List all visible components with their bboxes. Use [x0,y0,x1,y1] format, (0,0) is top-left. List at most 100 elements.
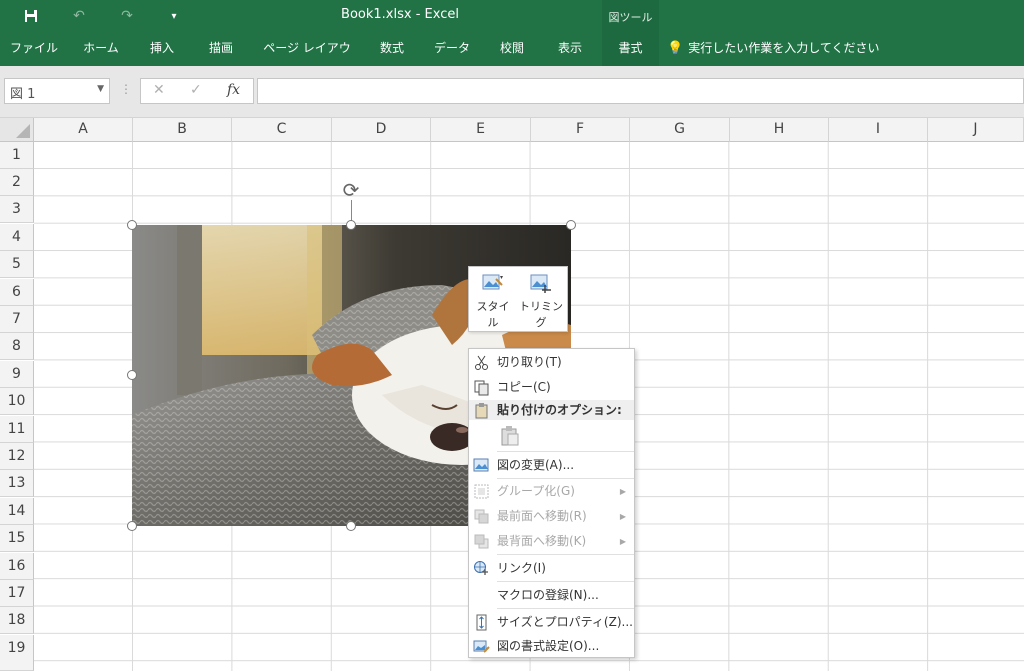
formula-input[interactable] [257,78,1024,104]
column-header[interactable]: J [928,118,1024,142]
tab-data[interactable]: データ [428,32,476,66]
resize-handle[interactable] [127,370,137,380]
row-header[interactable]: 12 [0,443,34,470]
menu-item-link[interactable]: リンク(I) [469,556,634,581]
customize-icon[interactable]: ▾ [162,4,186,28]
resize-handle[interactable] [346,521,356,531]
lightbulb-icon: 💡 [667,41,684,56]
column-header[interactable]: I [829,118,928,142]
row-header[interactable]: 8 [0,333,34,360]
rotate-handle-icon[interactable]: ⟳ [339,178,363,202]
style-label-2: ル [487,316,499,329]
menu-item-label: グループ化(G) [497,484,575,498]
row-header[interactable]: 9 [0,361,34,388]
cancel-icon[interactable]: ✕ [153,82,165,98]
row-header[interactable]: 2 [0,169,34,196]
submenu-arrow-icon: ▶ [619,537,626,546]
column-header[interactable]: F [531,118,630,142]
svg-text:▾: ▾ [500,274,503,281]
ribbon-tabs: ファイル ホーム 挿入 描画 ページ レイアウト 数式 データ 校閲 表示 書式… [0,32,1024,88]
row-header[interactable]: 17 [0,580,34,607]
save-icon[interactable] [19,4,43,28]
menu-item-cut[interactable]: 切り取り(T) [469,350,634,375]
menu-item-format-picture[interactable]: 図の書式設定(O)... [469,634,634,659]
window-title: Book1.xlsx - Excel [341,7,459,22]
formula-bar-area: 図 1 ▼ ⋮ ✕ ✓ fx [0,66,1024,118]
context-menu: 切り取り(T) コピー(C) 貼り付けのオプション: 図の変更(A)... グル… [468,348,635,658]
menu-item-bring-to-front[interactable]: 最前面へ移動(R) ▶ [469,504,634,529]
submenu-arrow-icon: ▶ [619,487,626,496]
column-header[interactable]: B [133,118,232,142]
row-header[interactable]: 19 [0,635,34,671]
size-properties-icon [476,614,487,631]
column-header[interactable]: E [431,118,531,142]
name-box[interactable]: 図 1 ▼ [4,78,110,104]
column-header[interactable]: A [34,118,133,142]
menu-item-group[interactable]: グループ化(G) ▶ [469,479,634,504]
tab-draw[interactable]: 描画 [198,32,244,66]
tab-format[interactable]: 書式 [602,32,659,66]
row-header[interactable]: 3 [0,196,34,223]
menu-item-assign-macro[interactable]: マクロの登録(N)... [469,583,634,608]
undo-icon[interactable]: ↶ [67,4,91,28]
paste-icon [475,403,488,419]
column-header[interactable]: D [332,118,431,142]
tab-file[interactable]: ファイル [6,32,62,66]
title-bar: ↶ ↷ ▾ Book1.xlsx - Excel 図ツール [0,0,1024,32]
crop-button[interactable]: トリミング [515,273,567,330]
enter-icon[interactable]: ✓ [190,82,202,98]
menu-item-label: マクロの登録(N)... [497,588,599,602]
select-all-button[interactable] [0,118,34,142]
grip-icon[interactable]: ⋮ [120,82,132,96]
menu-item-send-to-back[interactable]: 最背面へ移動(K) ▶ [469,529,634,554]
chevron-down-icon[interactable]: ▼ [97,84,104,94]
style-button[interactable]: ▾ スタイ ル [475,273,511,330]
context-label: 図ツール [608,11,653,24]
row-header[interactable]: 5 [0,251,34,278]
row-header[interactable]: 4 [0,224,34,251]
row-header[interactable]: 15 [0,525,34,552]
tell-me-text: 実行したい作業を入力してください [688,41,880,55]
insert-function-icon[interactable]: fx [227,82,240,98]
menu-section-label: 貼り付けのオプション: [497,403,622,417]
row-header[interactable]: 11 [0,416,34,443]
row-header[interactable]: 1 [0,142,34,169]
group-icon [474,484,489,499]
row-header[interactable]: 10 [0,388,34,415]
row-header[interactable]: 16 [0,553,34,580]
row-header[interactable]: 14 [0,498,34,525]
paste-picture-icon [501,426,519,446]
tell-me-box[interactable]: 💡 実行したい作業を入力してください [667,32,879,66]
row-header[interactable]: 18 [0,607,34,634]
copy-icon [474,380,489,396]
menu-item-label: 図の変更(A)... [497,458,575,472]
paste-option-button[interactable] [469,422,634,450]
resize-handle[interactable] [127,521,137,531]
picture-style-icon: ▾ [482,274,503,290]
tab-formulas[interactable]: 数式 [370,32,414,66]
column-header[interactable]: G [630,118,730,142]
menu-item-label: コピー(C) [497,380,551,394]
menu-item-change-picture[interactable]: 図の変更(A)... [469,453,634,478]
menu-item-label: 最前面へ移動(R) [497,509,587,523]
bring-to-front-icon [474,509,489,524]
resize-handle[interactable] [346,220,356,230]
resize-handle[interactable] [566,220,576,230]
menu-item-size-properties[interactable]: サイズとプロパティ(Z)... [469,610,634,635]
row-header[interactable]: 6 [0,279,34,306]
tab-insert[interactable]: 挿入 [140,32,184,66]
redo-icon[interactable]: ↷ [115,4,139,28]
column-header[interactable]: C [232,118,332,142]
menu-item-copy[interactable]: コピー(C) [469,375,634,400]
tab-view[interactable]: 表示 [548,32,592,66]
row-header[interactable]: 13 [0,470,34,497]
tab-review[interactable]: 校閲 [490,32,534,66]
resize-handle[interactable] [127,220,137,230]
crop-icon [530,274,551,293]
tab-home[interactable]: ホーム [76,32,126,66]
row-header[interactable]: 7 [0,306,34,333]
column-header[interactable]: H [730,118,829,142]
change-picture-icon [473,458,489,472]
tab-page-layout[interactable]: ページ レイアウト [258,32,356,88]
menu-separator [497,451,634,452]
